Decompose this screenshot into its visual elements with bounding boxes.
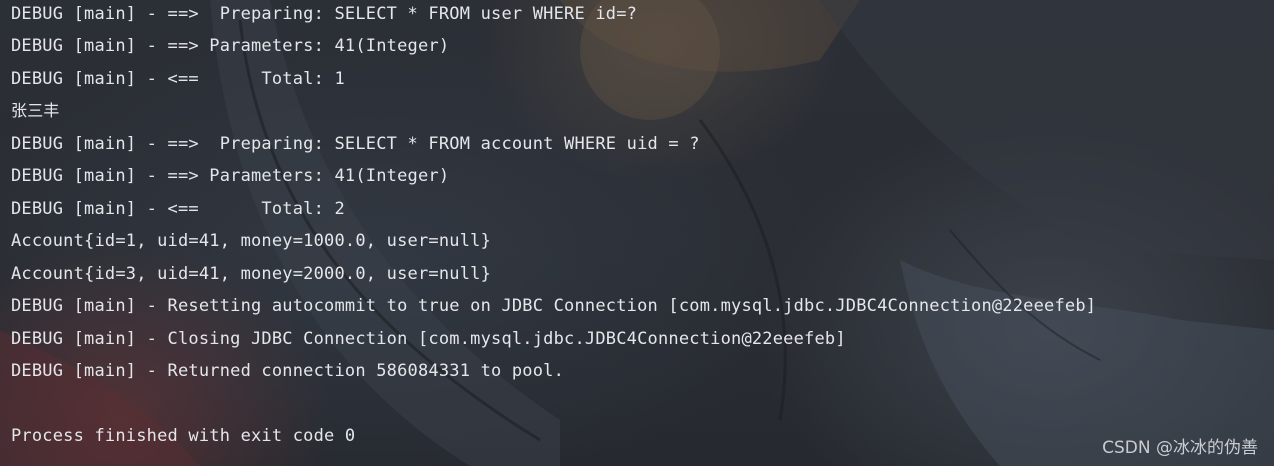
log-line-parameters: DEBUG [main] - ==> Parameters: 41(Intege… xyxy=(11,36,450,56)
log-line-total: DEBUG [main] - <== Total: 2 xyxy=(11,199,345,219)
log-line-preparing-user: DEBUG [main] - ==> Preparing: SELECT * F… xyxy=(11,4,638,24)
log-line-preparing-account: DEBUG [main] - ==> Preparing: SELECT * F… xyxy=(11,134,700,154)
log-line-total: DEBUG [main] - <== Total: 1 xyxy=(11,69,345,89)
log-line-closing-connection: DEBUG [main] - Closing JDBC Connection [… xyxy=(11,329,846,349)
log-line-account: Account{id=3, uid=41, money=2000.0, user… xyxy=(11,264,492,284)
console-output-panel[interactable]: DEBUG [main] - ==> Preparing: SELECT * F… xyxy=(0,0,1274,466)
csdn-watermark: CSDN @冰冰的伪善 xyxy=(1102,438,1258,458)
log-line-parameters: DEBUG [main] - ==> Parameters: 41(Intege… xyxy=(11,166,450,186)
log-line-returned-connection: DEBUG [main] - Returned connection 58608… xyxy=(11,361,565,381)
log-line-process-finished: Process finished with exit code 0 xyxy=(11,426,356,446)
log-line-account: Account{id=1, uid=41, money=1000.0, user… xyxy=(11,231,492,251)
log-line-resetting-autocommit: DEBUG [main] - Resetting autocommit to t… xyxy=(11,296,1097,316)
log-line-user-name: 张三丰 xyxy=(11,101,60,120)
